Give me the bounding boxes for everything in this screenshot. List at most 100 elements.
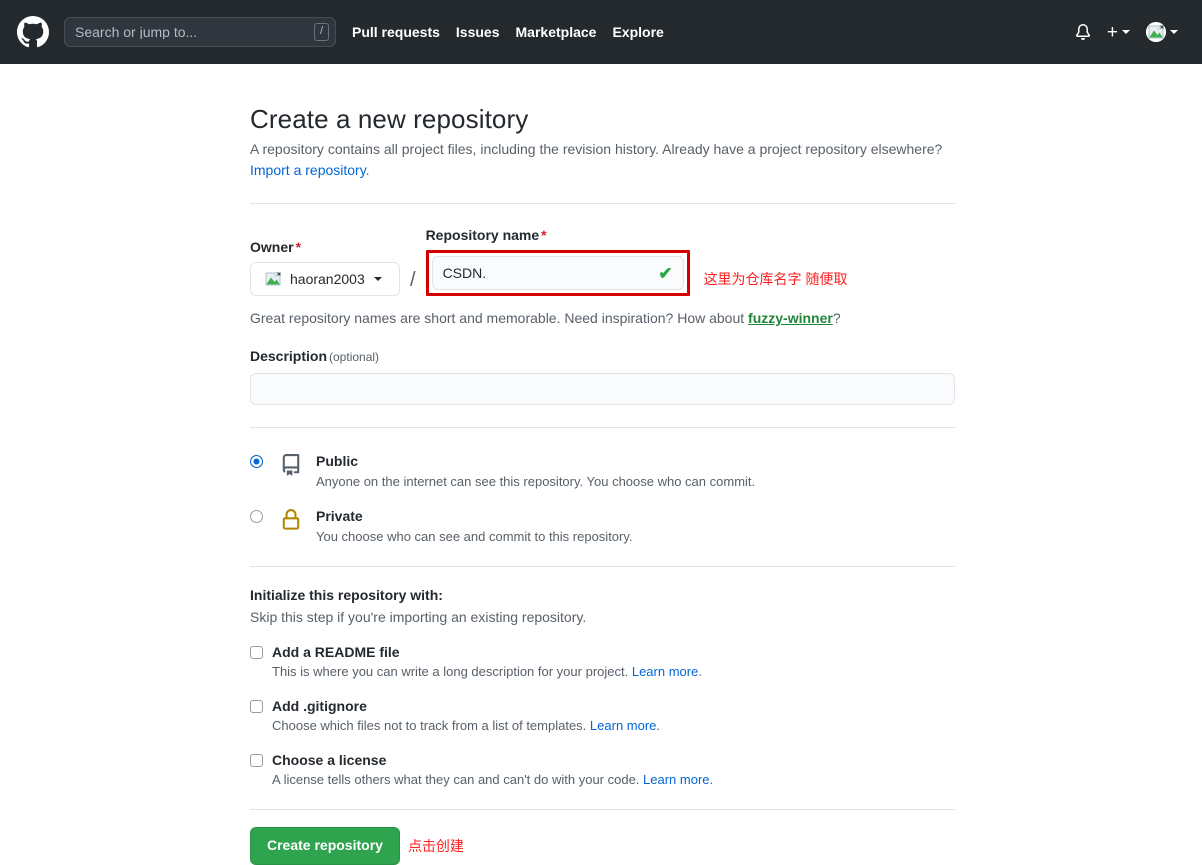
gitignore-label: Add .gitignore bbox=[272, 698, 367, 715]
checkbox-option-readme: Add a README file This is where you can … bbox=[250, 644, 955, 679]
repo-name-field: Repository name * CSDN. ✔ bbox=[425, 227, 690, 296]
nav-pull-requests[interactable]: Pull requests bbox=[352, 24, 440, 40]
repo-name-input[interactable]: CSDN. ✔ bbox=[431, 256, 684, 290]
search-placeholder: Search or jump to... bbox=[75, 25, 198, 39]
readme-description-suffix: . bbox=[698, 664, 702, 680]
radio-public[interactable] bbox=[250, 455, 263, 468]
repo-name-required-mark: * bbox=[541, 227, 547, 243]
nav-explore[interactable]: Explore bbox=[612, 24, 663, 40]
suggested-name-link[interactable]: fuzzy-winner bbox=[748, 310, 833, 326]
readme-label: Add a README file bbox=[272, 644, 400, 661]
description-optional-label: (optional) bbox=[329, 350, 380, 364]
repo-book-icon bbox=[278, 452, 304, 478]
visibility-group: Public Anyone on the internet can see th… bbox=[250, 452, 955, 544]
header-actions: + bbox=[1075, 22, 1186, 42]
divider-description bbox=[250, 427, 955, 428]
page-subtitle: A repository contains all project files,… bbox=[250, 139, 950, 181]
owner-dropdown[interactable]: haoran2003 bbox=[250, 262, 400, 296]
check-icon: ✔ bbox=[658, 263, 673, 283]
radio-private[interactable] bbox=[250, 510, 263, 524]
license-learn-more-link[interactable]: Learn more bbox=[643, 772, 709, 787]
repo-name-hint: Great repository names are short and mem… bbox=[250, 310, 955, 326]
readme-learn-more-link[interactable]: Learn more bbox=[632, 664, 698, 679]
page-body: Create a new repository A repository con… bbox=[0, 64, 1202, 865]
owner-repo-row: Owner * haoran2003 / Repository name * C… bbox=[250, 227, 955, 296]
owner-repo-separator: / bbox=[410, 269, 416, 291]
annotation-repo-name: 这里为仓库名字 随便取 bbox=[703, 271, 848, 287]
bell-icon[interactable] bbox=[1075, 24, 1091, 40]
broken-image-avatar-icon bbox=[263, 269, 283, 289]
checkbox-gitignore[interactable] bbox=[250, 699, 263, 713]
plus-icon: + bbox=[1106, 21, 1118, 43]
checkbox-option-license: Choose a license A license tells others … bbox=[250, 752, 955, 787]
github-mark-icon bbox=[17, 16, 49, 48]
repo-name-value: CSDN. bbox=[442, 265, 487, 281]
visibility-option-private[interactable]: Private You choose who can see and commi… bbox=[250, 507, 955, 544]
description-field: Description (optional) bbox=[250, 348, 955, 405]
owner-label-text: Owner bbox=[250, 239, 294, 255]
owner-field: Owner * haoran2003 bbox=[250, 239, 400, 296]
primary-nav: Pull requests Issues Marketplace Explore bbox=[352, 24, 664, 40]
hint-suffix: ? bbox=[832, 310, 841, 326]
nav-marketplace[interactable]: Marketplace bbox=[516, 24, 597, 40]
owner-label: Owner * bbox=[250, 239, 400, 255]
visibility-private-title: Private bbox=[316, 508, 363, 525]
subtitle-text: A repository contains all project files,… bbox=[250, 141, 943, 157]
owner-name: haoran2003 bbox=[290, 271, 365, 287]
submit-area: Create repository 点击创建 bbox=[250, 827, 955, 865]
repo-name-highlight-box: CSDN. ✔ bbox=[425, 250, 690, 296]
visibility-public-description: Anyone on the internet can see this repo… bbox=[316, 474, 756, 490]
page-title: Create a new repository bbox=[250, 104, 529, 134]
search-input[interactable]: Search or jump to... / bbox=[64, 17, 336, 47]
broken-image-avatar-icon bbox=[1146, 22, 1166, 42]
license-description-text: A license tells others what they can and… bbox=[272, 772, 644, 788]
divider-top bbox=[250, 203, 955, 204]
license-description: A license tells others what they can and… bbox=[272, 772, 955, 787]
divider-visibility bbox=[250, 566, 955, 568]
visibility-public-title: Public bbox=[316, 453, 359, 469]
user-menu[interactable] bbox=[1146, 22, 1178, 42]
visibility-public-text: Public Anyone on the internet can see th… bbox=[316, 452, 755, 489]
visibility-private-text: Private You choose who can see and commi… bbox=[316, 507, 633, 544]
readme-checkbox-row[interactable]: Add a README file bbox=[250, 644, 955, 660]
chevron-down-icon bbox=[373, 277, 382, 281]
create-repository-button[interactable]: Create repository bbox=[250, 827, 400, 865]
license-description-suffix: . bbox=[709, 772, 714, 788]
gitignore-description-text: Choose which files not to track from a l… bbox=[272, 718, 590, 734]
readme-description-text: This is where you can write a long descr… bbox=[272, 664, 632, 680]
global-header: Search or jump to... / Pull requests Iss… bbox=[0, 0, 1202, 64]
gitignore-learn-more-link[interactable]: Learn more bbox=[590, 718, 656, 733]
checkbox-readme[interactable] bbox=[250, 645, 263, 659]
license-checkbox-row[interactable]: Choose a license bbox=[250, 752, 955, 768]
subtitle-period: . bbox=[365, 162, 370, 178]
divider-bottom bbox=[250, 809, 955, 811]
annotation-create-button: 点击创建 bbox=[407, 838, 464, 855]
description-input[interactable] bbox=[250, 373, 955, 405]
description-label: Description (optional) bbox=[250, 348, 955, 364]
hint-text: Great repository names are short and mem… bbox=[250, 310, 749, 326]
gitignore-checkbox-row[interactable]: Add .gitignore bbox=[250, 698, 955, 714]
search-shortcut-key: / bbox=[313, 23, 329, 41]
chevron-down-icon bbox=[1122, 30, 1130, 34]
readme-description: This is where you can write a long descr… bbox=[272, 664, 955, 679]
owner-required-mark: * bbox=[295, 239, 302, 255]
initialize-title: Initialize this repository with: bbox=[250, 587, 443, 604]
visibility-option-public[interactable]: Public Anyone on the internet can see th… bbox=[250, 452, 955, 489]
initialize-section: Initialize this repository with: Skip th… bbox=[250, 587, 955, 787]
visibility-private-description: You choose who can see and commit to thi… bbox=[316, 529, 633, 545]
checkbox-option-gitignore: Add .gitignore Choose which files not to… bbox=[250, 698, 955, 733]
github-logo-link[interactable] bbox=[16, 15, 50, 49]
initialize-subtitle: Skip this step if you're importing an ex… bbox=[250, 609, 587, 626]
repo-name-label: Repository name * bbox=[426, 227, 690, 243]
description-label-text: Description bbox=[250, 348, 328, 364]
import-repository-link[interactable]: Import a repository bbox=[250, 162, 366, 178]
checkbox-license[interactable] bbox=[250, 753, 263, 767]
lock-icon bbox=[278, 507, 304, 533]
repo-name-label-text: Repository name bbox=[425, 227, 540, 243]
nav-issues[interactable]: Issues bbox=[456, 24, 500, 40]
chevron-down-icon bbox=[1170, 30, 1178, 34]
gitignore-description-suffix: . bbox=[656, 718, 661, 734]
create-new-menu[interactable]: + bbox=[1107, 23, 1130, 42]
gitignore-description: Choose which files not to track from a l… bbox=[272, 718, 955, 733]
new-repo-form: Create a new repository A repository con… bbox=[250, 104, 955, 865]
